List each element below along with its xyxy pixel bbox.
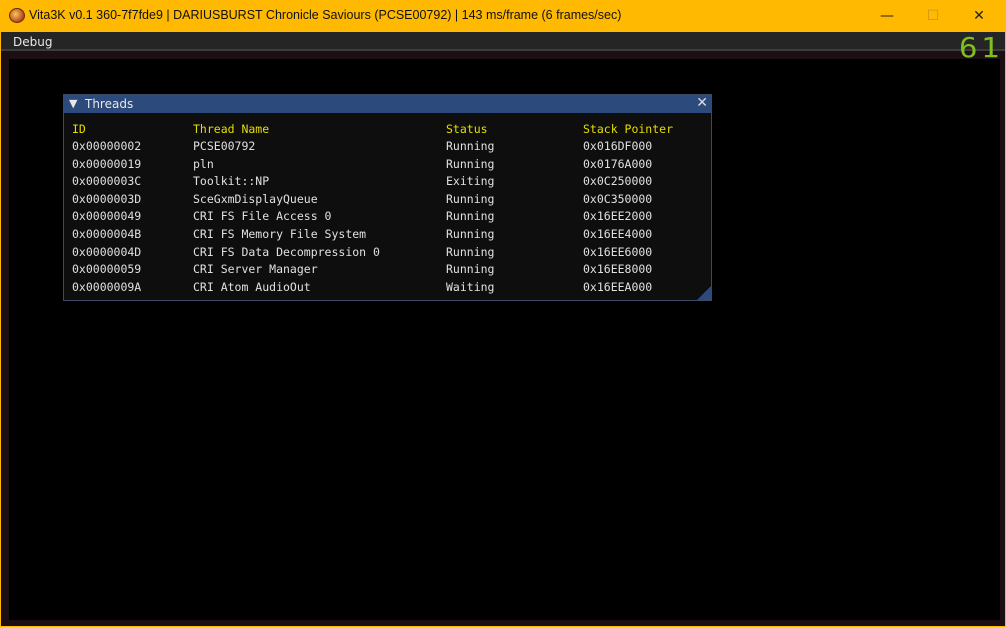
cell-status: Waiting <box>446 279 495 294</box>
cell-id: 0x00000019 <box>72 156 142 171</box>
cell-status: Running <box>446 156 495 171</box>
title-bar: Vita3K v0.1 360-7f7fde9 | DARIUSBURST Ch… <box>0 0 1006 32</box>
cell-id: 0x0000003D <box>72 191 142 206</box>
cell-stack-pointer: 0x016DF000 <box>583 139 653 153</box>
window-title: Vita3K v0.1 360-7f7fde9 | DARIUSBURST Ch… <box>29 8 622 22</box>
cell-thread-name: SceGxmDisplayQueue <box>193 191 318 206</box>
collapse-icon[interactable]: ▼ <box>69 97 77 110</box>
menu-bar: Debug <box>1 32 1005 51</box>
cell-id: 0x0000004D <box>72 244 142 259</box>
cell-id: 0x0000009A <box>72 279 142 294</box>
cell-id: 0x0000003C <box>72 174 142 189</box>
cell-thread-name: CRI Atom AudioOut <box>193 279 311 294</box>
cell-thread-name: CRI FS Memory File System <box>193 227 367 241</box>
minimize-button[interactable]: — <box>864 0 910 32</box>
cell-thread-name: pln <box>193 156 214 171</box>
close-button[interactable]: ✕ <box>956 0 1002 32</box>
fps-counter: 61 <box>959 31 1003 64</box>
cell-thread-name: Toolkit::NP <box>193 174 270 189</box>
threads-title-bar[interactable]: ▼ Threads ✕ <box>64 95 711 113</box>
cell-status: Running <box>446 139 495 153</box>
cell-stack-pointer: 0x0C250000 <box>583 174 653 189</box>
cell-stack-pointer: 0x16EE6000 <box>583 244 653 259</box>
column-header-status: Status <box>446 122 488 136</box>
column-header-thread-name: Thread Name <box>193 122 270 136</box>
cell-thread-name: CRI Server Manager <box>193 262 318 277</box>
resize-grip[interactable] <box>697 286 711 300</box>
cell-id: 0x00000002 <box>72 139 142 153</box>
threads-window: ▼ Threads ✕ ID Thread Name Status Stack Poi… <box>63 94 712 301</box>
menu-debug[interactable]: Debug <box>13 35 52 49</box>
cell-stack-pointer: 0x0176A000 <box>583 156 653 171</box>
column-header-stack-pointer: Stack Pointer <box>583 122 674 136</box>
cell-stack-pointer: 0x0C350000 <box>583 191 653 206</box>
cell-stack-pointer: 0x16EEA000 <box>583 279 653 294</box>
cell-thread-name: PCSE00792 <box>193 139 256 153</box>
cell-status: Exiting <box>446 174 495 189</box>
cell-id: 0x0000004B <box>72 227 142 241</box>
cell-stack-pointer: 0x16EE2000 <box>583 209 653 224</box>
cell-stack-pointer: 0x16EE4000 <box>583 227 653 241</box>
cell-status: Running <box>446 227 495 241</box>
app-icon <box>9 8 25 23</box>
cell-stack-pointer: 0x16EE8000 <box>583 262 653 277</box>
cell-thread-name: CRI FS File Access 0 <box>193 209 332 224</box>
cell-id: 0x00000049 <box>72 209 142 224</box>
cell-id: 0x00000059 <box>72 262 142 277</box>
column-header-id: ID <box>72 122 86 136</box>
cell-status: Running <box>446 209 495 224</box>
cell-status: Running <box>446 191 495 206</box>
close-icon[interactable]: ✕ <box>696 95 708 111</box>
cell-status: Running <box>446 244 495 259</box>
cell-status: Running <box>446 262 495 277</box>
cell-thread-name: CRI FS Data Decompression 0 <box>193 244 380 259</box>
maximize-button[interactable]: ☐ <box>910 0 956 32</box>
threads-title: Threads <box>85 97 134 111</box>
